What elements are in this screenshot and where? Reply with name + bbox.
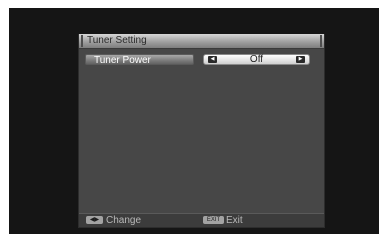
exit-hint: Exit — [226, 215, 243, 226]
title-notch-right — [320, 35, 322, 47]
left-right-key-icon: ◀▶ — [86, 216, 103, 224]
tuner-power-label: Tuner Power — [85, 54, 194, 66]
tuner-power-selector[interactable]: ◀ Off ▶ — [203, 54, 310, 65]
exit-key-icon: EXIT — [203, 216, 224, 224]
tuner-power-row[interactable]: Tuner Power ◀ Off ▶ — [85, 54, 319, 66]
tv-screen: Tuner Setting Tuner Power ◀ Off ▶ ◀▶ Cha… — [9, 8, 379, 234]
footer-bar: ◀▶ Change EXIT Exit — [79, 213, 324, 227]
dialog-titlebar: Tuner Setting — [79, 34, 324, 49]
tuner-power-value: Off — [249, 54, 264, 65]
tuner-setting-dialog: Tuner Setting Tuner Power ◀ Off ▶ ◀▶ Cha… — [78, 34, 325, 228]
right-arrow-icon[interactable]: ▶ — [296, 56, 305, 63]
title-notch-left — [81, 35, 83, 47]
change-hint: Change — [106, 215, 142, 226]
dialog-title: Tuner Setting — [87, 35, 147, 46]
left-arrow-icon[interactable]: ◀ — [208, 56, 217, 63]
